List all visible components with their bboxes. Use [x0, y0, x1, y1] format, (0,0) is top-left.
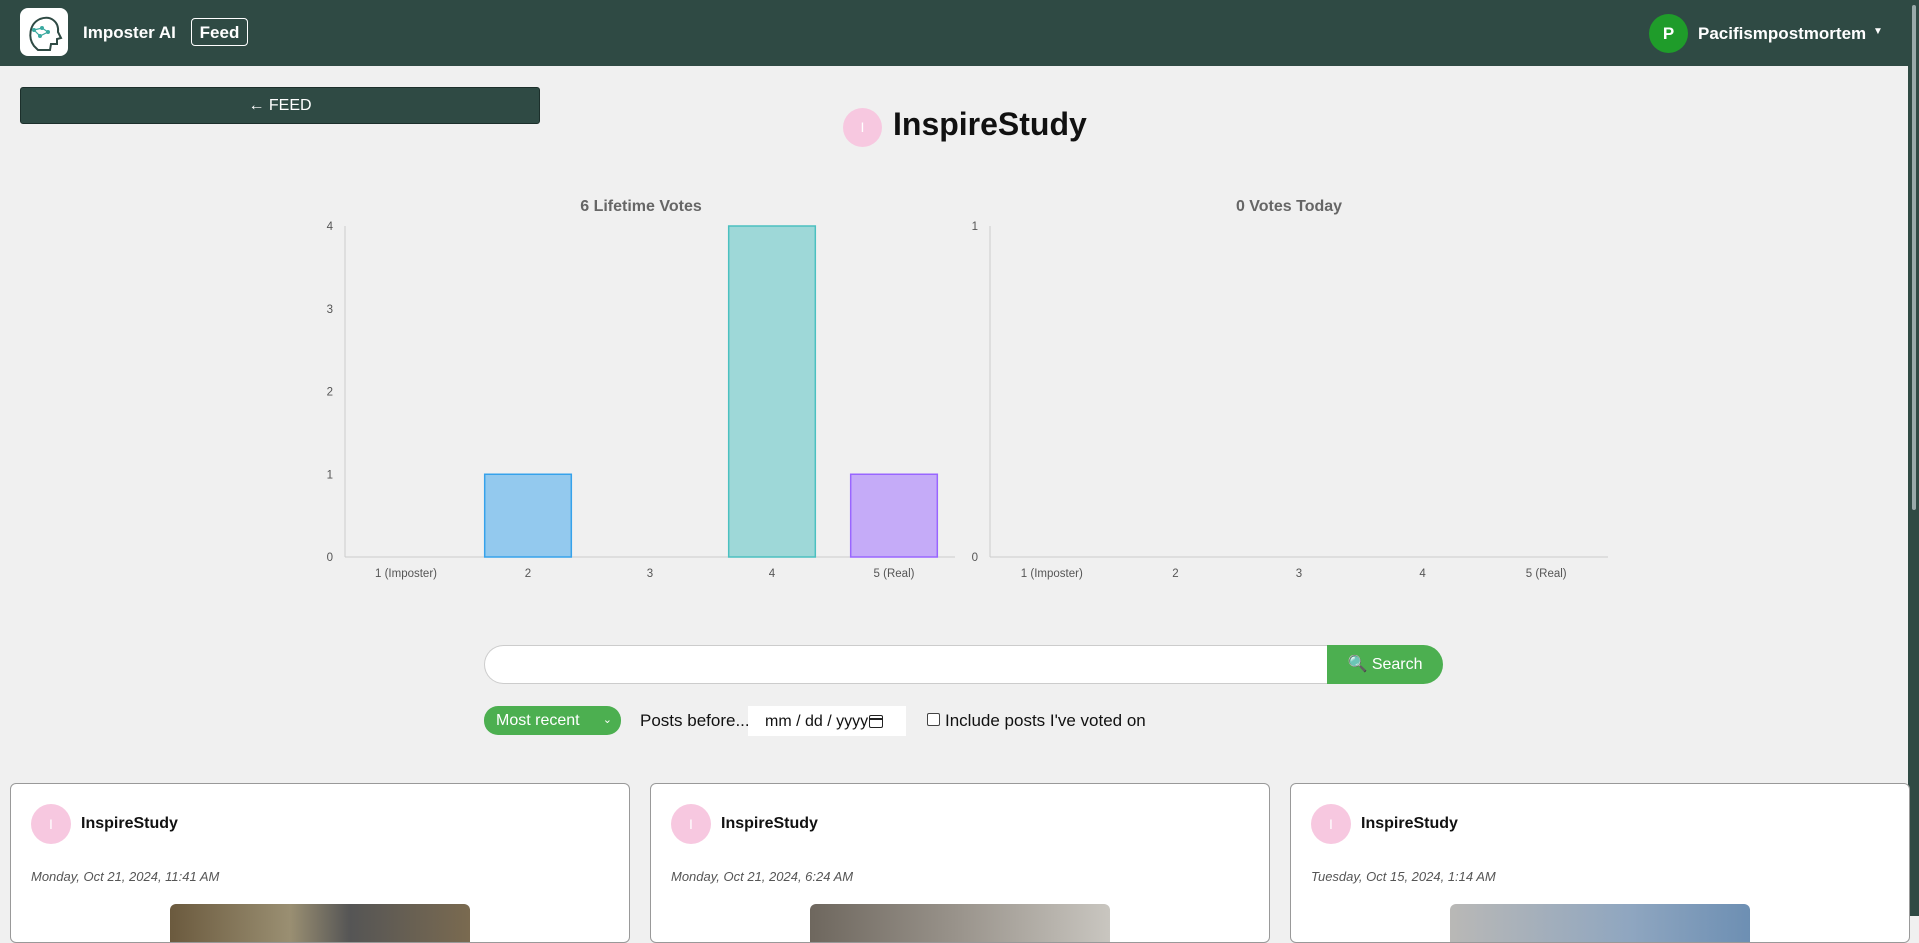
post-date: Monday, Oct 21, 2024, 11:41 AM	[31, 869, 220, 884]
chart-x-tick-label: 4	[1419, 568, 1426, 580]
chart-title: 0 Votes Today	[1236, 198, 1342, 215]
chart-y-tick-label: 4	[327, 221, 334, 233]
search-button[interactable]: 🔍 Search	[1327, 645, 1443, 684]
chart-bar	[727, 225, 817, 558]
post-date: Monday, Oct 21, 2024, 6:24 AM	[671, 869, 854, 884]
chevron-down-icon: ⌄	[602, 714, 612, 726]
post-username[interactable]: InspireStudy	[721, 815, 818, 833]
chart-y-tick-label: 1	[327, 469, 333, 481]
post-avatar[interactable]: I	[1311, 804, 1351, 844]
chart-y-tick-label: 2	[327, 387, 333, 399]
chart-x-tick-label: 5 (Real)	[874, 568, 915, 580]
chart-x-tick-label: 4	[769, 568, 776, 580]
post-image[interactable]	[1450, 904, 1750, 942]
post-card[interactable]: I InspireStudy Monday, Oct 21, 2024, 6:2…	[650, 783, 1270, 943]
vote-charts: 6 Lifetime Votes 0 1 2 3 4 1 (Imposter) 2 3 4 5 (R…	[327, 198, 1608, 580]
posts-before-label: Posts before...	[640, 711, 750, 730]
calendar-icon[interactable]	[869, 715, 883, 728]
chart-x-tick-label: 1 (Imposter)	[1021, 568, 1083, 580]
search-input[interactable]	[484, 645, 1334, 684]
chart-y-tick-label: 1	[972, 221, 978, 233]
post-username[interactable]: InspireStudy	[1361, 815, 1458, 833]
chart-x-tick-label: 3	[647, 568, 653, 580]
chart-x-tick-label: 2	[1172, 568, 1178, 580]
chart-y-tick-label: 3	[327, 304, 333, 316]
posts-before-date-input[interactable]: mm / dd / yyyy	[748, 706, 906, 736]
post-image[interactable]	[170, 904, 470, 942]
post-date: Tuesday, Oct 15, 2024, 1:14 AM	[1311, 869, 1496, 884]
post-avatar[interactable]: I	[31, 804, 71, 844]
sort-select[interactable]: Most recent ⌄	[484, 706, 621, 735]
chart-x-tick-label: 5 (Real)	[1526, 568, 1567, 580]
chart-y-tick-label: 0	[972, 552, 978, 564]
include-voted-checkbox[interactable]	[927, 713, 940, 726]
chart-bar	[849, 473, 939, 558]
sort-select-value: Most recent	[496, 712, 580, 729]
chart-title: 6 Lifetime Votes	[580, 198, 702, 215]
post-avatar[interactable]: I	[671, 804, 711, 844]
include-voted-label[interactable]: Include posts I've voted on	[945, 711, 1146, 731]
chart-x-tick-label: 1 (Imposter)	[375, 568, 437, 580]
chart-x-tick-label: 2	[525, 568, 531, 580]
chart-bar	[483, 473, 573, 558]
chart-x-tick-label: 3	[1296, 568, 1302, 580]
post-card[interactable]: I InspireStudy Monday, Oct 21, 2024, 11:…	[10, 783, 630, 943]
date-placeholder: mm / dd / yyyy	[765, 713, 869, 730]
post-card[interactable]: I InspireStudy Tuesday, Oct 15, 2024, 1:…	[1290, 783, 1910, 943]
chart-y-tick-label: 0	[327, 552, 333, 564]
post-image[interactable]	[810, 904, 1110, 942]
post-username[interactable]: InspireStudy	[81, 815, 178, 833]
